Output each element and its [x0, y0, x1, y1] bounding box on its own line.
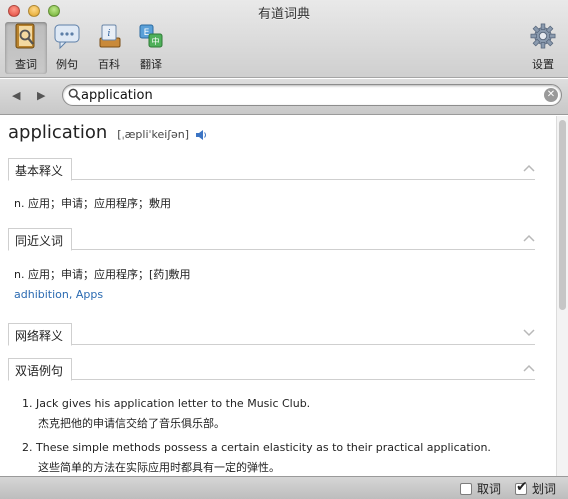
example-item: 2. These simple methods possess a certai… — [22, 441, 491, 475]
toolbar-encyclopedia-label: 百科 — [98, 58, 120, 71]
back-arrow-icon[interactable]: ◀ — [12, 89, 20, 102]
section-synonyms-header[interactable]: 同近义词 — [8, 228, 535, 251]
example-number: 2. — [22, 441, 33, 454]
example-en: 1. Jack gives his application letter to … — [22, 397, 310, 410]
speaker-icon[interactable] — [195, 129, 207, 144]
search-input[interactable] — [81, 86, 536, 104]
entry-header: application [ˌæpliˈkeiʃən] — [8, 122, 207, 143]
section-bilingual-title: 双语例句 — [8, 358, 73, 381]
svg-text:中: 中 — [152, 36, 160, 46]
toolbar-encyclopedia-button[interactable]: i 百科 — [88, 22, 130, 74]
svg-text:i: i — [108, 29, 111, 39]
scrollbar-thumb[interactable] — [559, 120, 566, 310]
gear-icon — [530, 22, 556, 50]
entry-word: application — [8, 122, 108, 143]
checkmark-icon: ✔ — [516, 478, 528, 495]
toolbar-sentences-label: 例句 — [56, 58, 78, 71]
encyclopedia-icon: i — [96, 22, 122, 50]
section-bilingual-header[interactable]: 双语例句 — [8, 358, 535, 381]
example-number: 1. — [22, 397, 33, 410]
toolbar-lookup-button[interactable]: 查词 — [5, 22, 47, 74]
example-zh: 这些简单的方法在实际应用时都具有一定的弹性。 — [38, 461, 280, 474]
vertical-scrollbar[interactable] — [556, 116, 568, 476]
search-field: ✕ — [62, 84, 562, 106]
example-en: 2. These simple methods possess a certai… — [22, 441, 491, 454]
toolbar-settings-label: 设置 — [532, 58, 554, 71]
section-basic-header[interactable]: 基本释义 — [8, 158, 535, 181]
get-word-checkbox[interactable]: 取词 — [460, 480, 501, 497]
section-synonyms-title: 同近义词 — [8, 228, 73, 251]
window-title: 有道词典 — [257, 7, 310, 22]
dictionary-content: application [ˌæpliˈkeiʃən] 基本释义 n. 应用；申请… — [0, 116, 556, 476]
bottom-bar: 取词 ✔ 划词 — [0, 476, 568, 499]
synonyms-definition: n. 应用；申请；应用程序；[药]敷用 — [14, 268, 191, 281]
entry-phonetic: [ˌæpliˈkeiʃən] — [117, 128, 190, 141]
example-zh: 杰克把他的申请信交给了音乐俱乐部。 — [38, 417, 225, 430]
chevron-up-icon[interactable] — [523, 361, 535, 375]
window-toolbar: 有道词典 查词 例句 i 百科 E 中 翻译 设置 — [0, 0, 568, 78]
toolbar-translate-label: 翻译 — [140, 58, 162, 71]
forward-arrow-icon[interactable]: ▶ — [37, 89, 45, 102]
search-icon — [68, 88, 81, 104]
get-word-label: 取词 — [477, 482, 502, 496]
chevron-up-icon[interactable] — [523, 161, 535, 175]
example-en-text: Jack gives his application letter to the… — [36, 397, 311, 410]
toolbar-settings-button[interactable]: 设置 — [522, 22, 564, 74]
search-bar: ◀ ▶ ✕ — [0, 79, 568, 115]
speech-bubble-icon — [54, 22, 80, 50]
synonyms-links[interactable]: adhibition, Apps — [14, 288, 103, 301]
example-item: 1. Jack gives his application letter to … — [22, 397, 310, 431]
dictionary-book-icon — [13, 22, 39, 50]
section-web-header[interactable]: 网络释义 — [8, 323, 535, 346]
basic-definition: n. 应用；申请；应用程序；敷用 — [14, 197, 171, 210]
chevron-down-icon[interactable] — [523, 326, 535, 340]
select-word-label: 划词 — [532, 482, 557, 496]
checkbox-checked[interactable]: ✔ — [515, 479, 528, 495]
select-word-checkbox[interactable]: ✔ 划词 — [515, 479, 557, 497]
translate-icon: E 中 — [138, 22, 164, 50]
toolbar-lookup-label: 查词 — [15, 58, 37, 71]
section-web-title: 网络释义 — [8, 323, 73, 346]
chevron-up-icon[interactable] — [523, 231, 535, 245]
toolbar-translate-button[interactable]: E 中 翻译 — [130, 22, 172, 74]
clear-search-icon[interactable]: ✕ — [544, 88, 558, 102]
example-en-text: These simple methods possess a certain e… — [36, 441, 491, 454]
toolbar-sentences-button[interactable]: 例句 — [46, 22, 88, 74]
checkbox-unchecked[interactable] — [460, 482, 472, 495]
section-basic-title: 基本释义 — [8, 158, 73, 181]
